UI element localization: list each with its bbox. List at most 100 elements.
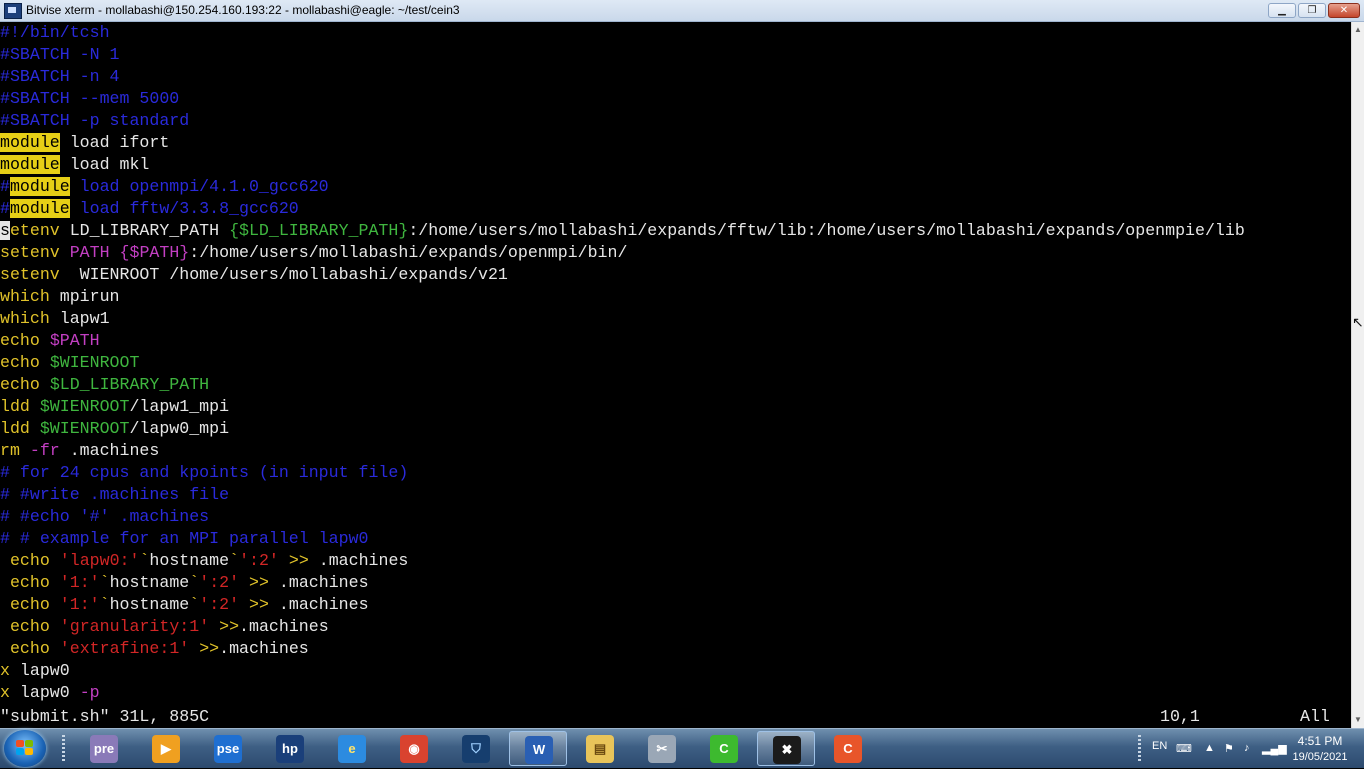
code-line[interactable]: x lapw0 -p [0,682,100,704]
code-token: load fftw/3.3.8_gcc620 [69,199,299,218]
language-indicator[interactable]: EN [1152,740,1167,752]
keyboard-icon[interactable]: ⌨ [1176,742,1192,755]
taskbar-camtasia-orange[interactable]: C [819,731,877,766]
camtasia-orange-icon: C [834,735,862,763]
windows-logo-icon [16,740,34,756]
minimize-button[interactable]: ▁ [1268,3,1296,18]
code-line[interactable]: x lapw0 [0,660,70,682]
code-line[interactable]: #module load fftw/3.3.8_gcc620 [0,198,299,220]
code-token: load mkl [59,155,150,174]
code-token: echo [9,639,50,658]
code-token: module [9,199,70,218]
clock-time[interactable]: 4:51 PM [1290,734,1350,748]
code-token: :/home/users/mollabashi/expands/fftw/lib… [408,221,1245,240]
code-token: setenv [0,243,60,262]
code-line[interactable]: setenv WIENROOT /home/users/mollabashi/e… [0,264,508,286]
code-line[interactable]: #SBATCH --mem 5000 [0,88,179,110]
code-token: module [0,155,60,174]
code-token: LD_LIBRARY_PATH [59,221,230,240]
code-line[interactable]: #SBATCH -n 4 [0,66,120,88]
code-line[interactable]: module load mkl [0,154,149,176]
code-line[interactable]: # for 24 cpus and kpoints (in input file… [0,462,408,484]
code-line[interactable]: setenv PATH {$PATH}:/home/users/mollabas… [0,242,627,264]
code-token: >> [199,639,220,658]
code-line[interactable]: #module load openmpi/4.1.0_gcc620 [0,176,329,198]
code-token: x [0,683,10,702]
code-line[interactable]: ldd $WIENROOT/lapw1_mpi [0,396,229,418]
taskbar-internet-explorer[interactable]: e [323,731,381,766]
taskbar-vpn-shield[interactable]: ⛉ [447,731,505,766]
code-line[interactable]: echo 'granularity:1' >>.machines [0,616,329,638]
maximize-button[interactable]: ❐ [1298,3,1326,18]
terminal-area[interactable]: #!/bin/tcsh #SBATCH -N 1 #SBATCH -n 4 #SBAT… [0,22,1351,728]
taskbar-file-explorer[interactable]: ▤ [571,731,629,766]
close-button[interactable]: ✕ [1328,3,1360,18]
code-token: echo [0,375,40,394]
taskbar-camtasia-green[interactable]: C [695,731,753,766]
code-token: -p [79,683,100,702]
taskbar-xterm[interactable]: ✖ [757,731,815,766]
code-line[interactable]: echo $WIENROOT [0,352,139,374]
code-line[interactable]: echo 'lapw0:'`hostname`':2' >> .machines [0,550,408,572]
code-line[interactable]: echo $PATH [0,330,100,352]
code-line[interactable]: echo 'extrafine:1' >>.machines [0,638,309,660]
taskbar-pse-app[interactable]: pse [199,731,257,766]
code-line[interactable]: #SBATCH -p standard [0,110,189,132]
code-line[interactable]: setenv LD_LIBRARY_PATH {$LD_LIBRARY_PATH… [0,220,1245,242]
code-line[interactable]: # #write .machines file [0,484,229,506]
code-line[interactable]: rm -fr .machines [0,440,159,462]
arrow-up-icon[interactable]: ▲ [1204,742,1215,754]
taskbar-chrome[interactable]: ◉ [385,731,443,766]
code-line[interactable]: which mpirun [0,286,120,308]
taskbar-pre-app[interactable]: pre [75,731,133,766]
code-line[interactable]: echo '1:'`hostname`':2' >> .machines [0,594,369,616]
flag-icon[interactable]: ⚑ [1224,742,1234,755]
vertical-scrollbar[interactable]: ▲ ▼ [1351,22,1364,728]
media-player-icon: ▶ [152,735,180,763]
code-line[interactable]: #SBATCH -N 1 [0,44,120,66]
taskbar-media-player[interactable]: ▶ [137,731,195,766]
code-line[interactable]: # #echo '#' .machines [0,506,209,528]
taskbar-tools[interactable]: ✂ [633,731,691,766]
code-token: # #write .machines file [0,485,230,504]
code-token: .machines [219,639,309,658]
internet-explorer-icon: e [338,735,366,763]
scroll-down-arrow-icon[interactable]: ▼ [1352,714,1364,726]
code-token: .machines [268,595,369,614]
volume-icon[interactable]: ♪ [1244,742,1250,754]
code-token: lapw0 [9,683,80,702]
window-title: Bitvise xterm - mollabashi@150.254.160.1… [26,3,460,17]
code-line[interactable]: which lapw1 [0,308,110,330]
code-token: ':2' [199,595,240,614]
start-button[interactable] [4,730,46,767]
code-token: :/home/users/mollabashi/expands/openmpi/… [189,243,628,262]
code-token: ldd [0,397,30,416]
clock-date[interactable]: 19/05/2021 [1284,751,1356,763]
code-line[interactable]: ldd $WIENROOT/lapw0_mpi [0,418,229,440]
code-token: .machines [268,573,369,592]
code-token: module [0,133,60,152]
code-line[interactable]: # # example for an MPI parallel lapw0 [0,528,368,550]
taskbar-hp-app[interactable]: hp [261,731,319,766]
code-token: -fr [29,441,60,460]
xterm-icon: ✖ [773,736,801,764]
code-line[interactable]: echo $LD_LIBRARY_PATH [0,374,209,396]
code-token: # #echo '#' .machines [0,507,210,526]
taskbar-word[interactable]: W [509,731,567,766]
network-icon[interactable]: ▂▄▆ [1262,742,1287,755]
mouse-pointer-icon: ↖ [1352,314,1364,330]
scroll-up-arrow-icon[interactable]: ▲ [1352,24,1364,36]
code-line[interactable]: #!/bin/tcsh [0,22,110,44]
code-token: setenv [0,265,60,284]
code-line[interactable]: echo '1:'`hostname`':2' >> .machines [0,572,369,594]
code-line[interactable]: module load ifort [0,132,169,154]
